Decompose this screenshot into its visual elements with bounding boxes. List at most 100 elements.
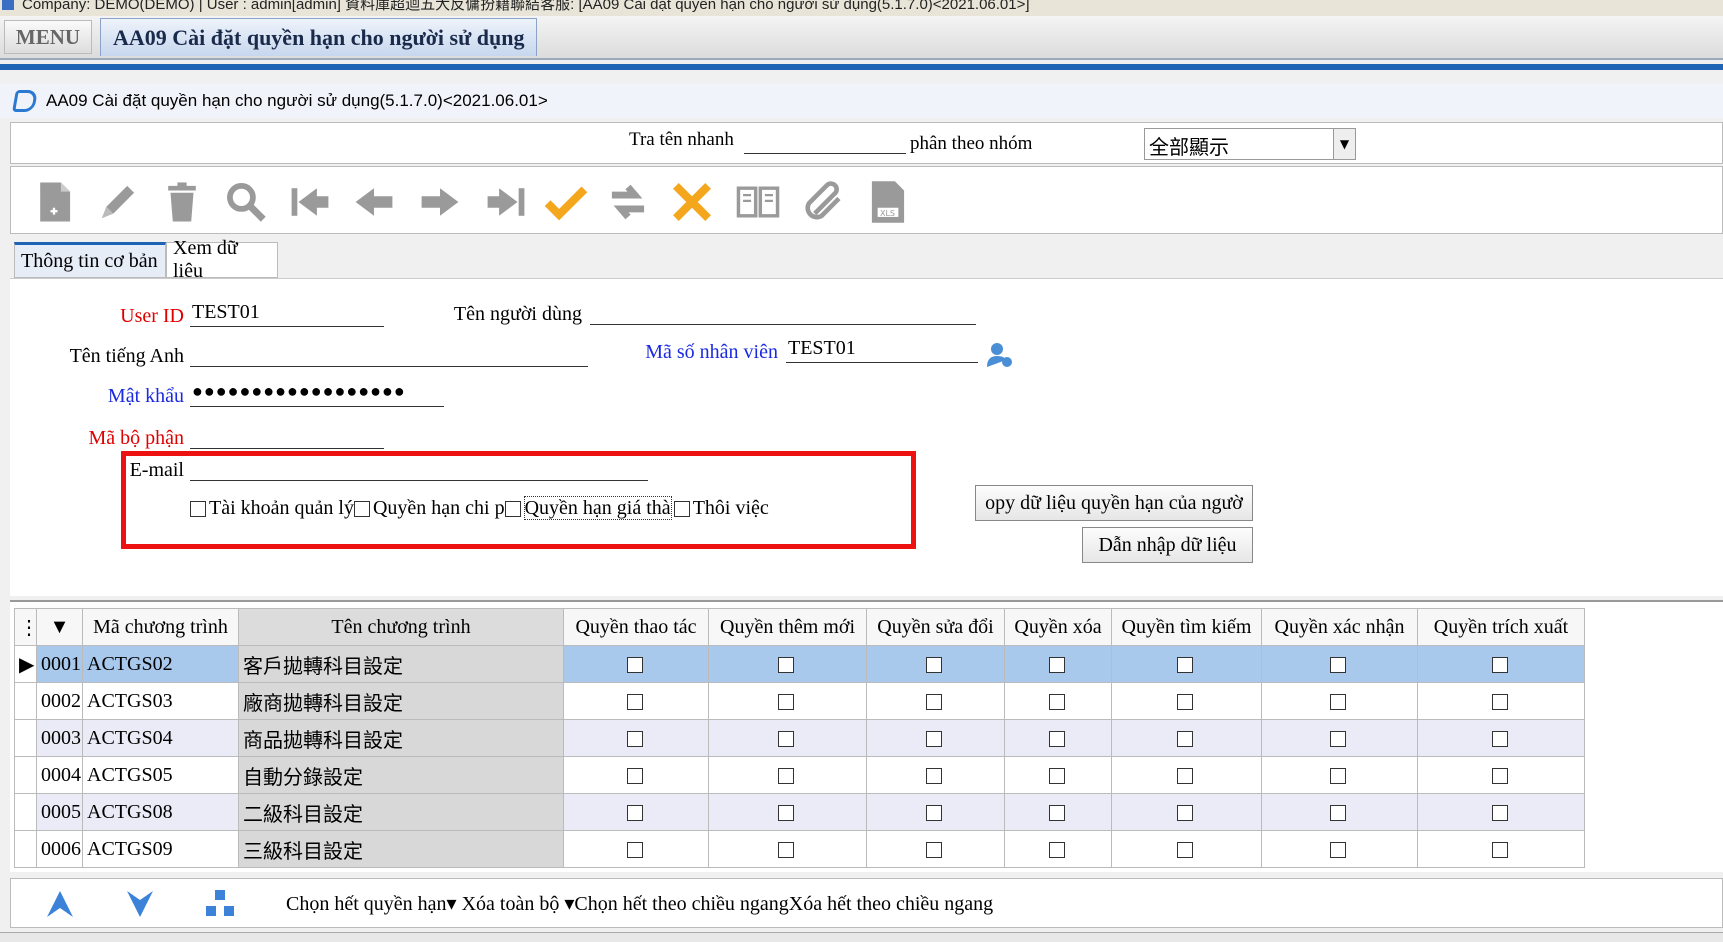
permission-checkbox-cell[interactable] (708, 645, 867, 683)
permission-checkbox-cell[interactable] (1111, 719, 1262, 757)
col-program-name[interactable]: Tên chương trình (238, 608, 564, 646)
permission-checkbox-cell[interactable] (563, 645, 709, 683)
program-code-cell[interactable]: ACTGS08 (82, 793, 239, 831)
next-record-icon[interactable] (415, 177, 465, 227)
dept-field[interactable] (190, 423, 384, 449)
permission-checkbox-cell[interactable] (1004, 756, 1112, 794)
program-name-cell[interactable]: 自動分錄設定 (238, 756, 564, 794)
permission-checkbox[interactable] (778, 730, 794, 747)
permission-checkbox[interactable] (1048, 656, 1065, 673)
password-field[interactable]: ●●●●●●●●●●●●●●●●●● (190, 381, 444, 407)
permission-checkbox-cell[interactable] (1004, 719, 1112, 757)
search-icon[interactable] (221, 177, 271, 227)
permission-checkbox-cell[interactable] (866, 830, 1005, 868)
permission-checkbox[interactable] (1330, 656, 1346, 673)
permission-checkbox[interactable] (1048, 693, 1065, 710)
move-down-icon[interactable] (123, 887, 157, 921)
permission-checkbox[interactable] (926, 656, 942, 673)
prev-record-icon[interactable] (349, 177, 399, 227)
permission-checkbox[interactable] (926, 841, 942, 858)
permission-checkbox-cell[interactable] (708, 756, 867, 794)
permission-checkbox-cell[interactable] (866, 645, 1005, 683)
program-code-cell[interactable]: ACTGS02 (82, 645, 239, 683)
permission-checkbox[interactable] (778, 656, 794, 673)
permission-checkbox[interactable] (1177, 730, 1193, 747)
table-row[interactable]: 0006 ACTGS09 三級科目設定 (14, 830, 1585, 868)
table-row[interactable]: ▶ 0001 ACTGS02 客戶拋轉科目設定 (14, 645, 1585, 683)
copy-permissions-button[interactable]: opy dữ liệu quyền hạn của ngườ (975, 485, 1253, 521)
col-delete[interactable]: Quyền xóa (1004, 608, 1112, 646)
row-menu-icon[interactable]: ⋮ (14, 608, 37, 646)
permission-checkbox-cell[interactable] (1261, 719, 1418, 757)
permission-checkbox-cell[interactable] (1111, 830, 1262, 868)
permission-checkbox-cell[interactable] (1111, 793, 1262, 831)
permission-checkbox-cell[interactable] (563, 830, 709, 868)
permission-checkbox[interactable] (626, 693, 643, 710)
program-code-cell[interactable]: ACTGS05 (82, 756, 239, 794)
col-search[interactable]: Quyền tìm kiếm (1111, 608, 1262, 646)
table-row[interactable]: 0004 ACTGS05 自動分錄設定 (14, 756, 1585, 794)
cancel-icon[interactable] (667, 177, 717, 227)
permission-checkbox-cell[interactable] (1111, 682, 1262, 720)
new-icon[interactable] (29, 177, 79, 227)
permission-checkbox[interactable] (778, 804, 794, 821)
permission-checkbox[interactable] (926, 730, 942, 747)
table-row[interactable]: 0005 ACTGS08 二級科目設定 (14, 793, 1585, 831)
permission-checkbox[interactable] (926, 693, 942, 710)
permission-checkbox[interactable] (1048, 804, 1065, 821)
permission-checkbox[interactable] (626, 804, 643, 821)
confirm-icon[interactable] (541, 177, 591, 227)
permission-checkbox[interactable] (1048, 730, 1065, 747)
permission-checkbox-cell[interactable] (866, 719, 1005, 757)
hierarchy-icon[interactable] (203, 887, 237, 921)
permission-checkbox[interactable] (1177, 804, 1193, 821)
program-name-cell[interactable]: 三級科目設定 (238, 830, 564, 868)
permission-checkbox-cell[interactable] (1417, 830, 1585, 868)
permission-checkbox[interactable] (1491, 841, 1508, 858)
permission-checkbox[interactable] (626, 730, 643, 747)
user-lookup-icon[interactable] (986, 341, 1014, 369)
permission-checkbox-cell[interactable] (708, 830, 867, 868)
col-program-code[interactable]: Mã chương trình (82, 608, 239, 646)
permission-checkbox-cell[interactable] (1261, 645, 1418, 683)
permission-checkbox[interactable] (1048, 841, 1065, 858)
permission-checkbox[interactable] (926, 804, 942, 821)
permission-checkbox-cell[interactable] (708, 793, 867, 831)
permission-checkbox-cell[interactable] (1261, 756, 1418, 794)
tab-basic-info[interactable]: Thông tin cơ bản (14, 242, 166, 278)
permission-checkbox-cell[interactable] (1261, 793, 1418, 831)
refresh-icon[interactable] (603, 177, 653, 227)
table-row[interactable]: 0002 ACTGS03 廠商拋轉科目設定 (14, 682, 1585, 720)
price-permission-checkbox[interactable] (504, 501, 521, 518)
col-confirm[interactable]: Quyền xác nhận (1261, 608, 1418, 646)
resigned-checkbox[interactable] (673, 501, 690, 518)
permission-checkbox[interactable] (1491, 730, 1508, 747)
permission-checkbox-cell[interactable] (1004, 793, 1112, 831)
permission-checkbox[interactable] (1491, 693, 1508, 710)
active-program-tab[interactable]: AA09 Cài đặt quyền hạn cho người sử dụng (100, 18, 538, 56)
quick-search-input[interactable] (744, 153, 906, 154)
permission-checkbox-cell[interactable] (1111, 645, 1262, 683)
edit-icon[interactable] (93, 177, 143, 227)
program-name-cell[interactable]: 客戶拋轉科目設定 (238, 645, 564, 683)
permission-checkbox-cell[interactable] (1417, 793, 1585, 831)
permission-checkbox-cell[interactable] (1004, 645, 1112, 683)
program-name-cell[interactable]: 二級科目設定 (238, 793, 564, 831)
permission-checkbox[interactable] (1048, 767, 1065, 784)
program-name-cell[interactable]: 商品拋轉科目設定 (238, 719, 564, 757)
permission-checkbox-cell[interactable] (563, 719, 709, 757)
permission-checkbox-cell[interactable] (1417, 682, 1585, 720)
permission-checkbox-cell[interactable] (1004, 682, 1112, 720)
permission-checkbox[interactable] (778, 767, 794, 784)
permission-checkbox[interactable] (1330, 841, 1346, 858)
col-add[interactable]: Quyền thêm mới (708, 608, 867, 646)
group-filter-select[interactable]: 全部顯示 ▼ (1144, 128, 1356, 160)
permission-checkbox[interactable] (1330, 804, 1346, 821)
permission-checkbox[interactable] (1491, 804, 1508, 821)
col-edit[interactable]: Quyền sửa đổi (866, 608, 1005, 646)
permission-checkbox-cell[interactable] (1111, 756, 1262, 794)
move-up-icon[interactable] (43, 887, 77, 921)
permission-checkbox-cell[interactable] (708, 682, 867, 720)
user-name-field[interactable] (590, 299, 976, 325)
permission-checkbox[interactable] (1177, 767, 1193, 784)
